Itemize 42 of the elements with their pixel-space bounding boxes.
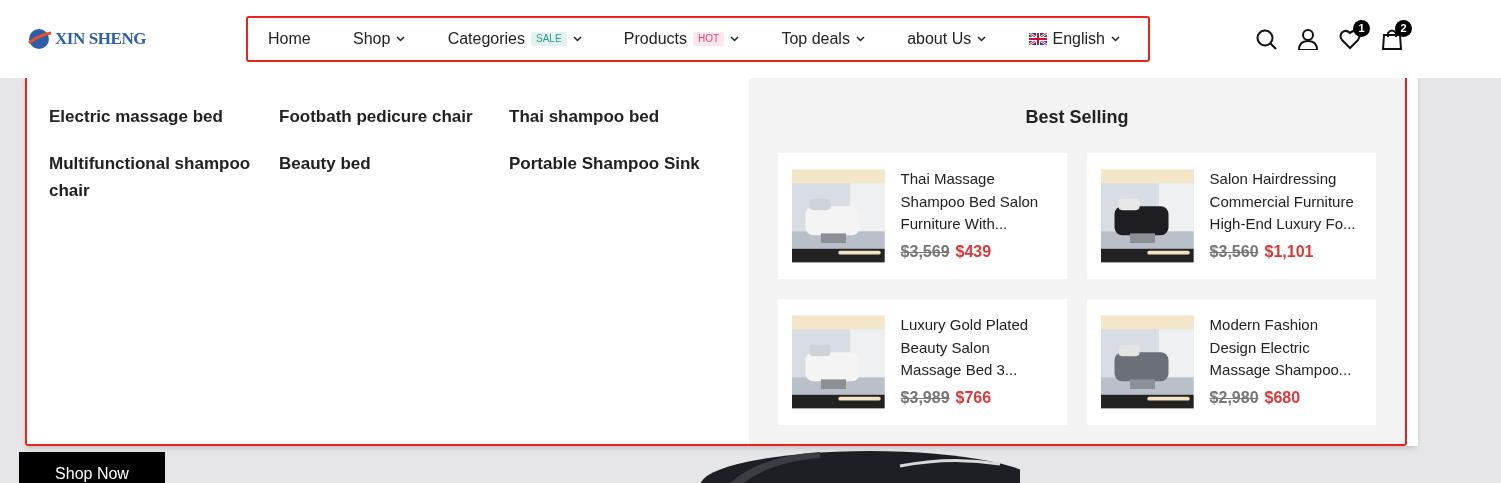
sale-price: $1,101 — [1264, 241, 1314, 262]
nav-link[interactable]: English — [1028, 27, 1120, 51]
shopping-bag-icon[interactable] — [1381, 28, 1403, 50]
nav-link[interactable]: Home — [268, 27, 311, 51]
flag-icon — [1028, 33, 1047, 45]
category-link[interactable]: Multifunctional shampoo chair — [49, 150, 279, 204]
sale-price: $680 — [1264, 387, 1301, 408]
user-icon[interactable] — [1297, 28, 1319, 50]
nav-link[interactable]: Shop — [352, 27, 406, 51]
product-title[interactable]: Salon Hairdressing Commercial Furniture High-End Luxury Fo... — [1209, 168, 1362, 236]
product-card[interactable]: Luxury Gold Plated Beauty Salon Massage Bed 3... $3,989 $766 — [778, 299, 1067, 425]
badge: SALE — [531, 32, 567, 46]
sale-price: $766 — [955, 387, 992, 408]
sale-price: $439 — [955, 241, 992, 262]
globe-logo-icon — [27, 27, 53, 51]
nav-link[interactable]: Top deals — [781, 27, 865, 51]
product-title[interactable]: Modern Fashion Design Electric Massage Shampoo... — [1209, 314, 1362, 382]
section-title: Best Selling — [1024, 106, 1130, 129]
category-link[interactable]: Footbath pedicure chair — [279, 103, 509, 130]
old-price: $3,569 — [900, 241, 950, 262]
nav-link[interactable]: about Us — [907, 27, 987, 51]
old-price: $3,560 — [1209, 241, 1259, 262]
product-title[interactable]: Luxury Gold Plated Beauty Salon Massage Bed 3... — [900, 314, 1053, 382]
product-title[interactable]: Thai Massage Shampoo Bed Salon Furniture With... — [900, 168, 1053, 236]
category-link[interactable]: Thai shampoo bed — [509, 103, 739, 130]
nav-link[interactable]: Categories SALE — [447, 27, 582, 51]
product-card[interactable]: Salon Hairdressing Commercial Furniture High-End Luxury Fo... $3,560 $1,101 — [1087, 153, 1376, 279]
heart-icon[interactable] — [1339, 28, 1361, 50]
product-card[interactable]: Modern Fashion Design Electric Massage Shampoo... $2,980 $680 — [1087, 299, 1376, 425]
product-card[interactable]: Thai Massage Shampoo Bed Salon Furniture With... $3,569 $439 — [778, 153, 1067, 279]
old-price: $3,989 — [900, 387, 950, 408]
count-badge: 1 — [1353, 20, 1370, 37]
badge: HOT — [693, 32, 725, 46]
category-link[interactable]: Electric massage bed — [49, 103, 279, 130]
nav-link[interactable]: Products HOT — [623, 27, 740, 51]
old-price: $2,980 — [1209, 387, 1259, 408]
category-link[interactable]: Portable Shampoo Sink — [509, 150, 739, 177]
search-icon[interactable] — [1255, 28, 1277, 50]
logo-text[interactable]: XIN SHENG — [55, 26, 147, 52]
count-badge: 2 — [1395, 20, 1412, 37]
shop-now-button[interactable]: Shop Now — [19, 452, 165, 483]
category-link[interactable]: Beauty bed — [279, 150, 509, 177]
